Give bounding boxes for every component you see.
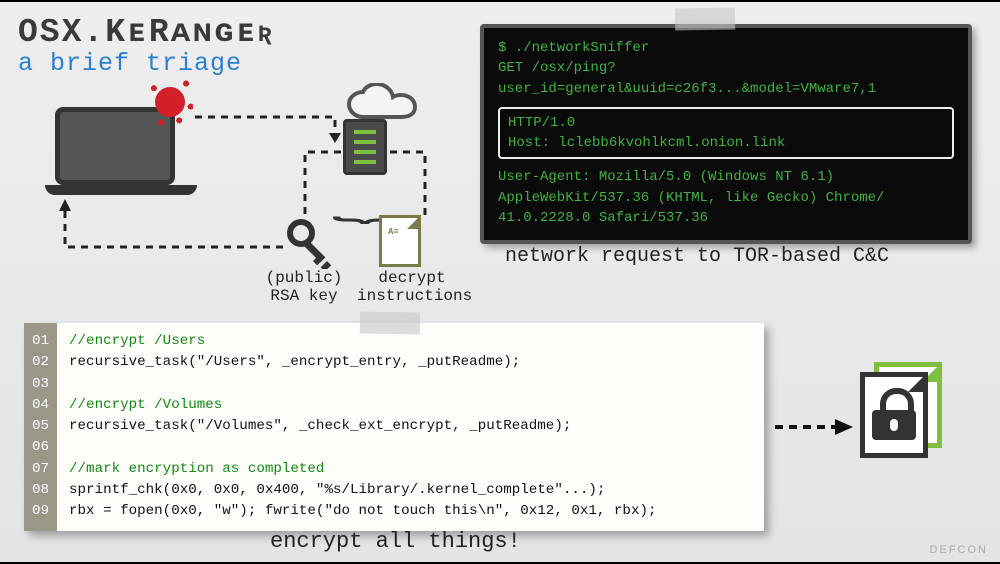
terminal-line: Host: lclebb6kvohlkcml.onion.link <box>508 133 944 153</box>
key-icon <box>285 217 337 269</box>
code-gutter: 01 02 03 04 05 06 07 08 09 <box>24 323 57 531</box>
caption-network: network request to TOR-based C&C <box>505 245 889 268</box>
code-body: //encrypt /Users recursive_task("/Users"… <box>57 323 764 531</box>
terminal-line: HTTP/1.0 <box>508 113 944 133</box>
brace-icon: ⏟ <box>227 185 503 224</box>
title-sub: a brief triage <box>18 49 274 78</box>
arrow-right-icon <box>775 417 855 437</box>
terminal-highlight-box: HTTP/1.0 Host: lclebb6kvohlkcml.onion.li… <box>498 107 954 160</box>
terminal-line: AppleWebKit/537.36 (KHTML, like Gecko) C… <box>498 188 954 208</box>
title-main: OSX.KᴇRᴀɴɢᴇʀ <box>18 14 274 51</box>
terminal-line: user_id=general&uuid=c26f3...&model=VMwa… <box>498 79 954 99</box>
key-label: (public) RSA key <box>249 269 359 305</box>
terminal-panel: $ ./networkSniffer GET /osx/ping? user_i… <box>480 24 972 244</box>
terminal-line: User-Agent: Mozilla/5.0 (Windows NT 6.1) <box>498 167 954 187</box>
watermark: DEFCON <box>930 544 988 556</box>
code-panel: 01 02 03 04 05 06 07 08 09 //encrypt /Us… <box>24 323 764 531</box>
tape-decoration-top <box>675 7 735 30</box>
terminal-line: GET /osx/ping? <box>498 58 954 78</box>
tape-decoration-code <box>360 311 420 334</box>
terminal-line: $ ./networkSniffer <box>498 38 954 58</box>
document-icon: A≡ <box>379 215 421 267</box>
caption-encrypt: encrypt all things! <box>270 529 521 554</box>
padlock-icon <box>872 410 916 440</box>
doc-label: decrypt instructions <box>357 269 467 305</box>
flow-diagram: ⏟ A≡ (public) RSA key decrypt instructio… <box>45 97 445 307</box>
slide-title-block: OSX.KᴇRᴀɴɢᴇʀ a brief triage <box>18 14 274 78</box>
document-text-icon: A≡ <box>388 226 412 239</box>
terminal-line: 41.0.2228.0 Safari/537.36 <box>498 208 954 228</box>
server-icon <box>343 119 387 175</box>
